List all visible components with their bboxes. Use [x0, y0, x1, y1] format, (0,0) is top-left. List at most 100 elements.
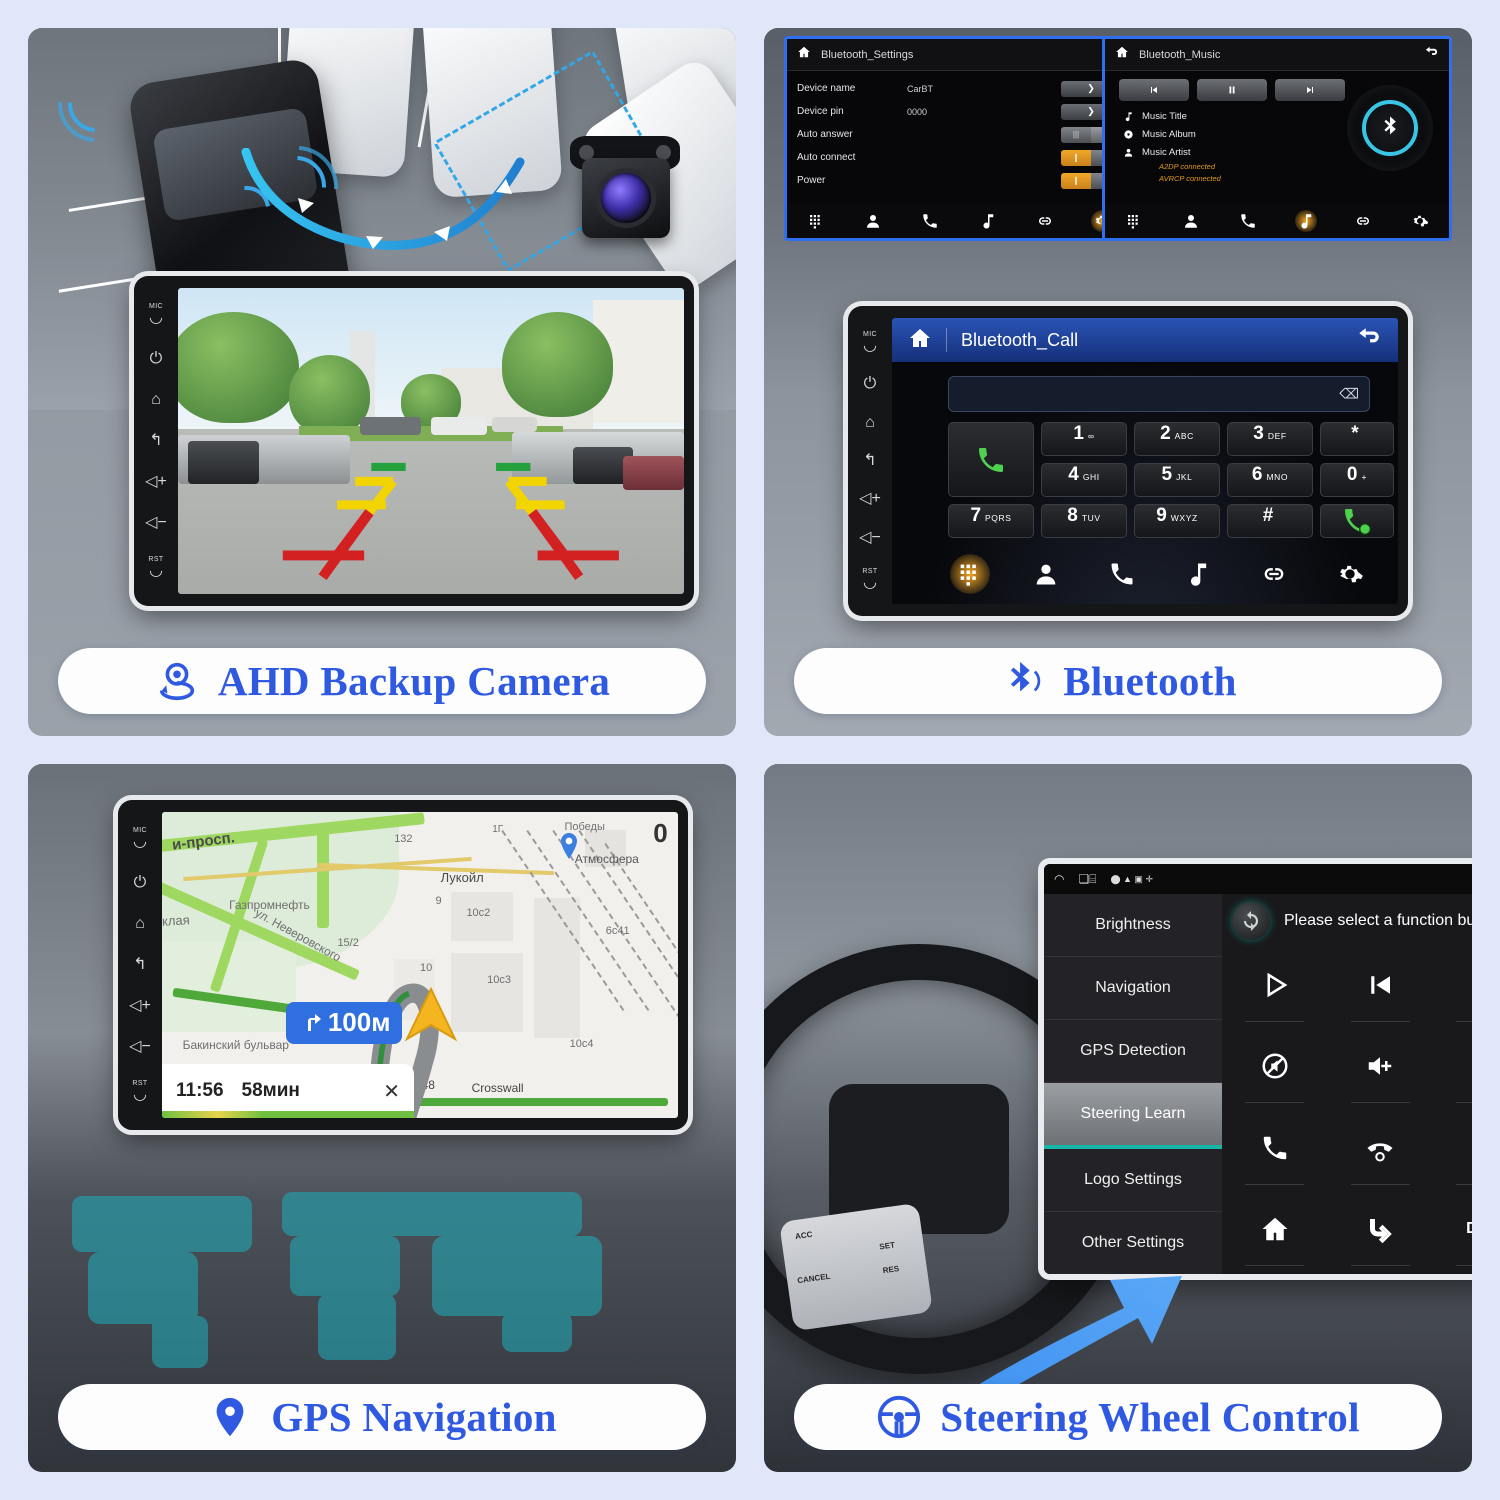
link-icon[interactable]: [1352, 210, 1374, 232]
table-row[interactable]: Device name CarBT ❯: [797, 77, 1121, 100]
fn-hangup[interactable]: [1328, 1107, 1434, 1189]
volume-down-icon[interactable]: ◁−: [145, 515, 167, 531]
table-row[interactable]: Power ❙|||: [797, 169, 1121, 192]
call-log-icon[interactable]: [919, 210, 941, 232]
swc-key-set[interactable]: SET: [879, 1240, 896, 1251]
bluetooth-music-screen[interactable]: Bluetooth_Music Music Title Music Album: [1102, 36, 1452, 241]
key-9[interactable]: 9 WXYZ: [1134, 504, 1220, 538]
reset-icon[interactable]: RST ◡: [148, 556, 163, 579]
mic-icon[interactable]: MIC ◡: [149, 303, 163, 326]
contacts-icon[interactable]: [1180, 210, 1202, 232]
phone-number-input[interactable]: ⌫: [948, 376, 1370, 412]
call-log-icon[interactable]: [1237, 210, 1259, 232]
contacts-icon[interactable]: [862, 210, 884, 232]
power-icon[interactable]: ⏻: [134, 874, 147, 891]
menu-item-brightness[interactable]: Brightness: [1044, 894, 1222, 957]
volume-up-icon[interactable]: ◁+: [859, 491, 881, 507]
swc-key-cancel[interactable]: CANCEL: [797, 1272, 831, 1286]
call-end-button[interactable]: [1320, 504, 1394, 538]
backspace-icon[interactable]: ⌫: [1339, 386, 1359, 403]
bluetooth-settings-screen[interactable]: Bluetooth_Settings Device name CarBT ❯ D…: [784, 36, 1134, 241]
contacts-icon[interactable]: [1026, 554, 1066, 594]
screen-title: Bluetooth_Music: [1139, 48, 1221, 61]
reset-icon[interactable]: RST ◡: [132, 1080, 147, 1103]
close-icon[interactable]: ✕: [383, 1079, 400, 1104]
key-star[interactable]: *: [1320, 422, 1394, 456]
key-6[interactable]: 6 MNO: [1227, 463, 1313, 497]
home-icon[interactable]: ⌂: [135, 915, 145, 932]
volume-up-icon[interactable]: ◁+: [145, 474, 167, 490]
key-7[interactable]: 7 PQRS: [948, 504, 1034, 538]
volume-down-icon[interactable]: ◁−: [859, 529, 881, 546]
back-icon[interactable]: [1356, 325, 1382, 356]
power-icon[interactable]: ⏻: [864, 376, 877, 392]
fn-mute[interactable]: [1222, 1026, 1328, 1108]
swc-key-acc[interactable]: ACC: [795, 1230, 813, 1241]
link-icon[interactable]: [1034, 210, 1056, 232]
link-icon[interactable]: [1254, 554, 1294, 594]
table-row[interactable]: Device pin 0000 ❯: [797, 100, 1121, 123]
bluetooth-call-screen[interactable]: Bluetooth_Call ⌫ 1 ∞ 2 ABC 3 DEF * 4 GHI…: [892, 318, 1398, 604]
table-row[interactable]: Auto connect ❙|||: [797, 146, 1121, 169]
key-1[interactable]: 1 ∞: [1041, 422, 1127, 456]
refresh-icon[interactable]: [1232, 902, 1270, 940]
fn-play[interactable]: [1222, 944, 1328, 1026]
steering-wheel-buttons[interactable]: ACC CANCEL SET RES: [779, 1202, 933, 1332]
call-answer-button[interactable]: [948, 422, 1034, 497]
fn-phone[interactable]: [1222, 1107, 1328, 1189]
mic-icon[interactable]: MIC ◡: [863, 331, 877, 354]
settings-icon[interactable]: [1409, 210, 1431, 232]
back-icon[interactable]: [1424, 45, 1439, 65]
key-3[interactable]: 3 DEF: [1227, 422, 1313, 456]
music-icon[interactable]: [1294, 210, 1317, 232]
fn-radio[interactable]: [1433, 1107, 1472, 1189]
reset-icon[interactable]: RST ◡: [862, 568, 877, 591]
swc-key-res[interactable]: RES: [882, 1264, 900, 1275]
volume-down-icon[interactable]: ◁−: [129, 1039, 151, 1055]
home-icon[interactable]: [908, 326, 932, 355]
key-2[interactable]: 2 ABC: [1134, 422, 1220, 456]
next-track-button[interactable]: [1275, 79, 1345, 101]
fn-volume-up[interactable]: [1328, 1026, 1434, 1108]
menu-item-navigation[interactable]: Navigation: [1044, 957, 1222, 1020]
dialpad-icon[interactable]: [950, 554, 990, 594]
key-5[interactable]: 5 JKL: [1134, 463, 1220, 497]
home-icon[interactable]: ⌂: [151, 391, 161, 408]
fn-back[interactable]: [1328, 1189, 1434, 1271]
home-icon[interactable]: [1115, 45, 1129, 64]
power-icon[interactable]: ⏻: [150, 350, 163, 367]
key-hash[interactable]: #: [1227, 504, 1313, 538]
steering-learn-screen[interactable]: ◠ ❏⌸ ⬤ ▲ ▣ ✛ ⛛ ᛒ 08:14 ⌃ ▭ ↩ Brightness …: [1044, 864, 1472, 1274]
volume-up-icon[interactable]: ◁+: [129, 998, 151, 1014]
music-icon[interactable]: [977, 210, 999, 232]
fn-volume-down[interactable]: [1433, 1026, 1472, 1108]
fn-next-track[interactable]: [1433, 944, 1472, 1026]
menu-item-other-settings[interactable]: Other Settings: [1044, 1212, 1222, 1274]
mic-icon[interactable]: MIC ◡: [133, 827, 147, 850]
call-log-icon[interactable]: [1102, 554, 1142, 594]
settings-icon[interactable]: [1330, 554, 1370, 594]
key-0[interactable]: 0 +: [1320, 463, 1394, 497]
table-row[interactable]: Auto answer |||○: [797, 123, 1121, 146]
fn-disp[interactable]: DISP: [1433, 1189, 1472, 1271]
menu-item-gps-detection[interactable]: GPS Detection: [1044, 1020, 1222, 1083]
camera-screen[interactable]: [178, 288, 684, 594]
music-icon[interactable]: [1178, 554, 1218, 594]
home-icon[interactable]: ⌂: [865, 414, 875, 431]
previous-track-button[interactable]: [1119, 79, 1189, 101]
fn-previous-track[interactable]: [1328, 944, 1434, 1026]
key-8[interactable]: 8 TUV: [1041, 504, 1127, 538]
fn-home[interactable]: [1222, 1189, 1328, 1271]
pause-button[interactable]: [1197, 79, 1267, 101]
menu-item-steering-learn[interactable]: Steering Learn: [1044, 1083, 1222, 1149]
dialpad-icon[interactable]: [1123, 210, 1145, 232]
key-4[interactable]: 4 GHI: [1041, 463, 1127, 497]
back-icon[interactable]: ↰: [863, 452, 876, 469]
back-icon[interactable]: ↰: [133, 956, 146, 973]
menu-item-logo-settings[interactable]: Logo Settings: [1044, 1149, 1222, 1212]
map-canvas[interactable]: и-просп. клая Газпромнефть ул. Неверовск…: [162, 812, 678, 1118]
home-icon[interactable]: [797, 45, 811, 64]
navigation-screen[interactable]: и-просп. клая Газпромнефть ул. Неверовск…: [162, 812, 678, 1118]
back-icon[interactable]: ↰: [149, 432, 162, 449]
dialpad-icon[interactable]: [805, 210, 827, 232]
